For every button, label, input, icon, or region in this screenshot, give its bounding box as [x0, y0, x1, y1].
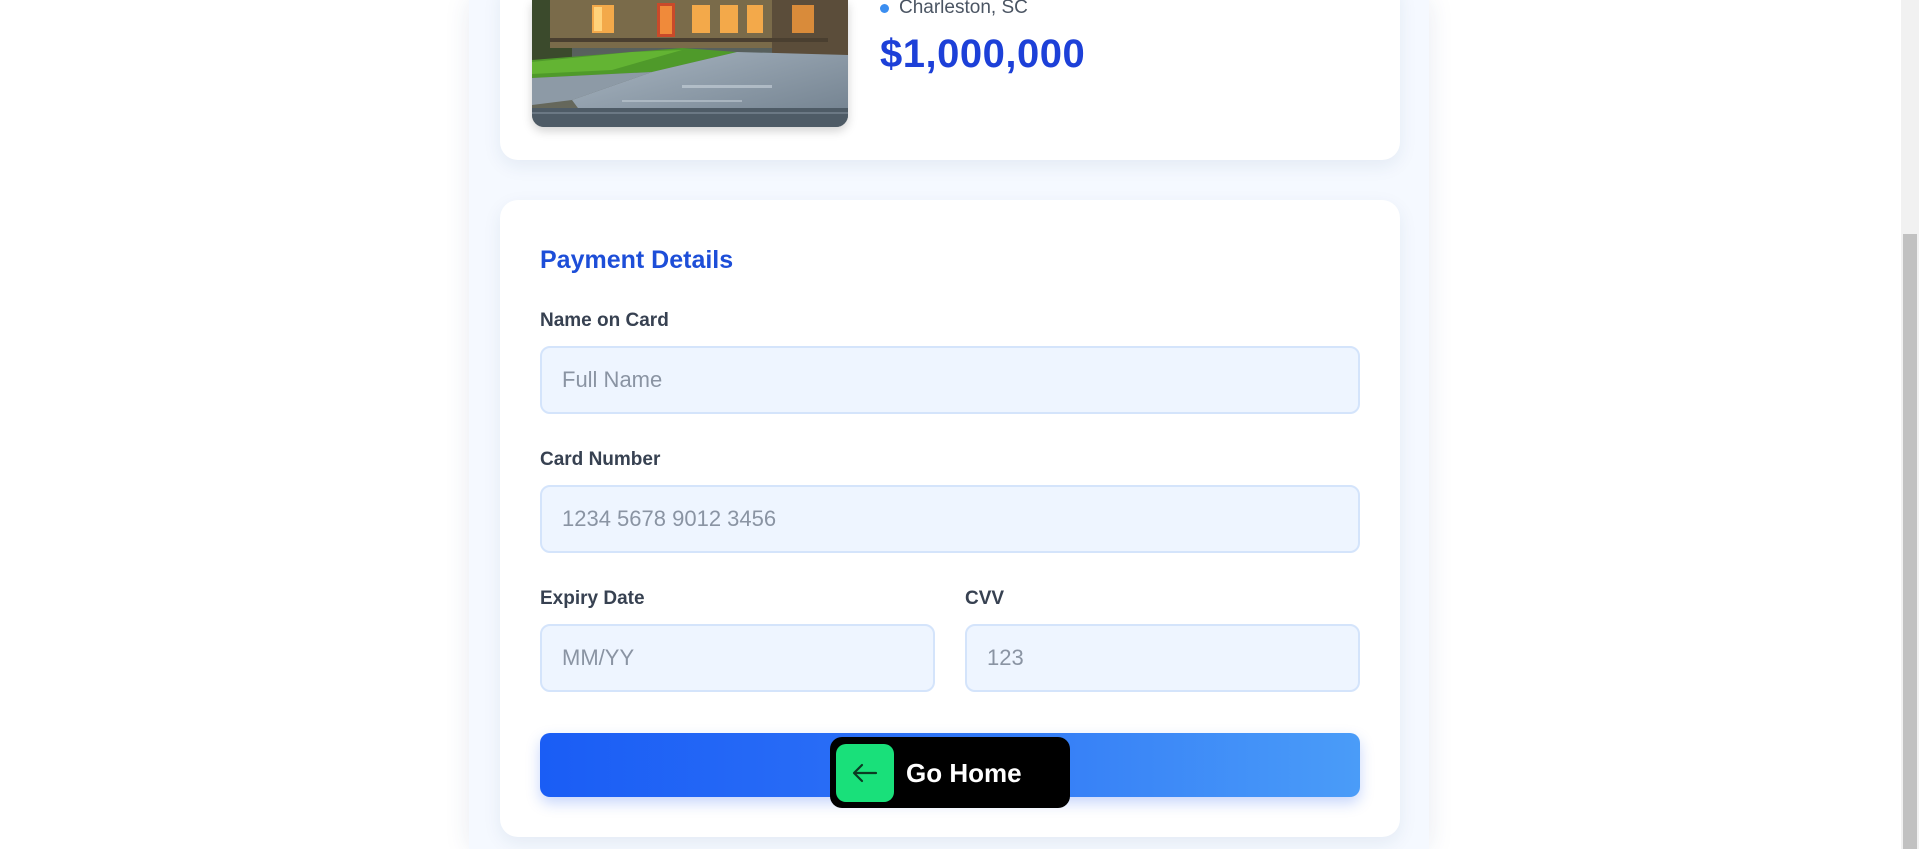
cvv-label: CVV [965, 588, 1005, 609]
cvv-input[interactable] [965, 624, 1360, 692]
card-number-input[interactable] [540, 485, 1360, 553]
name-on-card-input[interactable] [540, 346, 1360, 414]
expiry-date-label: Expiry Date [540, 588, 645, 609]
property-price: $1,000,000 [880, 32, 1086, 76]
go-home-label: Go Home [906, 757, 1022, 788]
scrollbar-thumb[interactable] [1903, 234, 1917, 849]
expiry-date-input[interactable] [540, 624, 935, 692]
payment-details-title: Payment Details [540, 246, 734, 274]
property-location-text: Charleston, SC [899, 0, 1028, 18]
arrow-left-icon [836, 743, 894, 802]
name-on-card-label: Name on Card [540, 310, 669, 331]
location-dot-icon [880, 3, 889, 13]
property-image [532, 0, 848, 127]
checkout-page: Charleston, SC $1,000,000 Payment Detail… [0, 0, 1919, 849]
property-location: Charleston, SC [880, 0, 1028, 19]
card-number-label: Card Number [540, 449, 661, 470]
go-home-button[interactable]: Go Home [830, 737, 1070, 808]
